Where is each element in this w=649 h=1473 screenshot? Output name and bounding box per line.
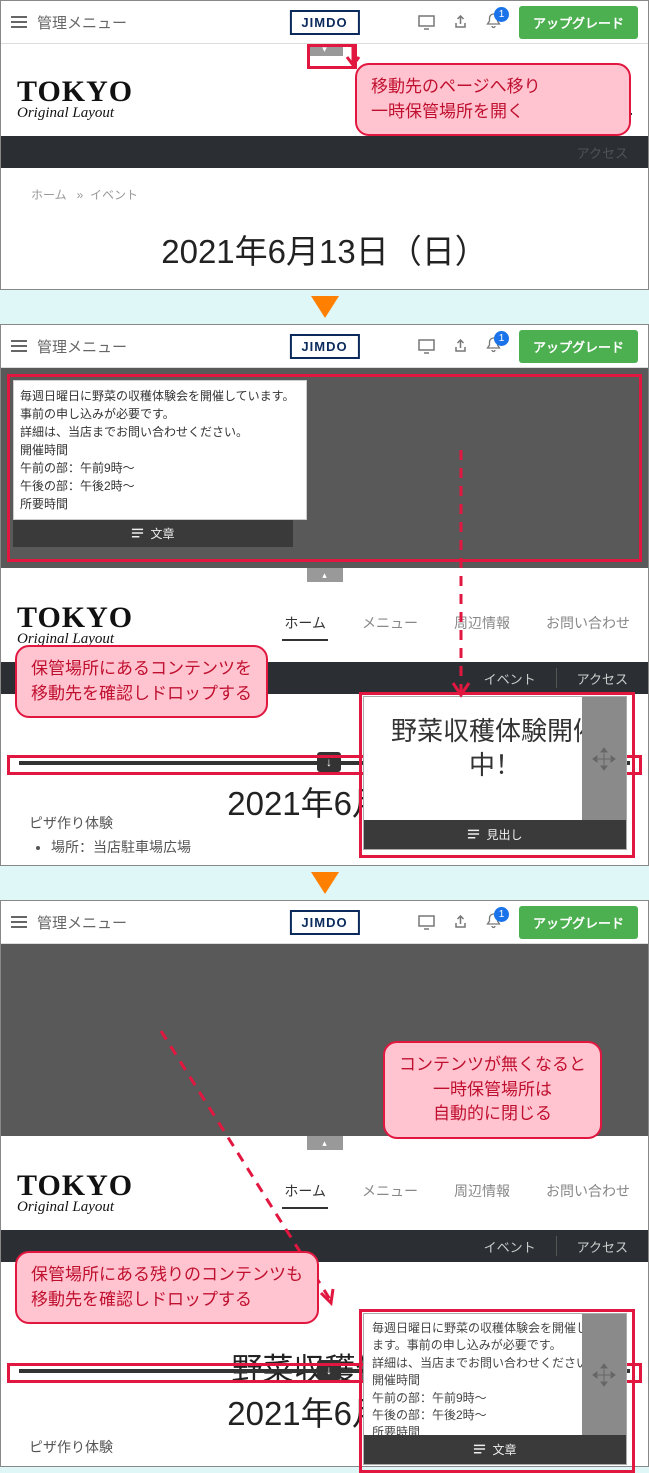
subnav-event[interactable]: イベント — [464, 1237, 556, 1256]
nav-menu[interactable]: メニュー — [360, 1175, 420, 1209]
sub-nav: アクセス — [1, 136, 648, 168]
admin-menu-label[interactable]: 管理メニュー — [37, 336, 127, 357]
panel-step3: 管理メニュー JIMDO 1 アップグレード ▴ TOKYO Original … — [0, 900, 649, 1467]
desktop-icon[interactable] — [418, 15, 435, 30]
share-icon[interactable] — [453, 339, 468, 354]
callout-auto-close: コンテンツが無くなると 一時保管場所は 自動的に閉じる — [383, 1041, 602, 1139]
site-header: TOKYO Original Layout ホーム メニュー 周辺情報 お問い合… — [1, 1150, 648, 1230]
desktop-icon[interactable] — [418, 915, 435, 930]
nav-around[interactable]: 周辺情報 — [452, 607, 512, 641]
event-item-title: ピザ作り体験 — [29, 813, 191, 833]
hamburger-icon[interactable] — [11, 340, 27, 352]
notification-badge: 1 — [494, 331, 509, 346]
upgrade-button[interactable]: アップグレード — [519, 6, 638, 39]
upgrade-button[interactable]: アップグレード — [519, 906, 638, 939]
clipboard-collapse-tab[interactable]: ▴ — [307, 568, 343, 582]
nav-contact[interactable]: お問い合わせ — [544, 1175, 632, 1209]
subnav-access[interactable]: アクセス — [557, 143, 648, 162]
hamburger-icon[interactable] — [11, 916, 27, 928]
flow-arrow-icon — [311, 872, 339, 894]
crumb-event[interactable]: イベント — [90, 188, 138, 202]
notification-badge: 1 — [494, 7, 509, 22]
upgrade-button[interactable]: アップグレード — [519, 330, 638, 363]
notification-bell[interactable]: 1 — [486, 337, 501, 356]
nav-contact[interactable]: お問い合わせ — [544, 607, 632, 641]
admin-topbar: 管理メニュー JIMDO 1 アップグレード — [1, 901, 648, 944]
flow-arrow-icon — [311, 296, 339, 318]
share-icon[interactable] — [453, 915, 468, 930]
event-item: ピザ作り体験 — [1, 1431, 141, 1463]
notification-bell[interactable]: 1 — [486, 13, 501, 32]
highlight-box — [359, 1309, 635, 1473]
notification-bell[interactable]: 1 — [486, 913, 501, 932]
admin-topbar: 管理メニュー JIMDO 1 アップグレード — [1, 325, 648, 368]
panel-step2: 管理メニュー JIMDO 1 アップグレード 毎週日曜日に野菜の収穫体験会を開催… — [0, 324, 649, 866]
subnav-access[interactable]: アクセス — [557, 1237, 648, 1256]
nav-around[interactable]: 周辺情報 — [452, 1175, 512, 1209]
highlight-box — [359, 692, 635, 858]
jimdo-logo: JIMDO — [289, 334, 359, 359]
site-logo: TOKYO Original Layout — [17, 601, 133, 648]
nav-home[interactable]: ホーム — [282, 607, 328, 641]
site-logo: TOKYO Original Layout — [17, 1169, 133, 1216]
desktop-icon[interactable] — [418, 339, 435, 354]
main-nav: ホーム メニュー 周辺情報 お問い合わせ — [282, 607, 632, 641]
site-logo-title: TOKYO — [17, 75, 133, 109]
jimdo-logo: JIMDO — [289, 10, 359, 35]
callout-step1: 移動先のページへ移り 一時保管場所を開く — [355, 63, 631, 136]
admin-menu-label[interactable]: 管理メニュー — [37, 912, 127, 933]
nav-menu[interactable]: メニュー — [360, 607, 420, 641]
crumb-home[interactable]: ホーム — [31, 188, 67, 202]
event-item: ピザ作り体験 場所：当店駐車場広場 — [1, 807, 219, 863]
site-logo: TOKYO Original Layout — [17, 75, 133, 122]
admin-menu-label[interactable]: 管理メニュー — [37, 12, 127, 33]
main-nav: ホーム メニュー 周辺情報 お問い合わせ — [282, 1175, 632, 1209]
event-item-place: 場所：当店駐車場広場 — [51, 837, 191, 857]
site-logo-title: TOKYO — [17, 1169, 133, 1203]
page-title-date: 2021年6月13日（日） — [1, 207, 648, 285]
highlight-box — [307, 44, 357, 69]
subnav-event[interactable]: イベント — [464, 669, 556, 688]
clipboard-area: 毎週日曜日に野菜の収穫体験会を開催しています。事前の申し込みが必要です。 詳細は… — [1, 368, 648, 568]
event-item-title: ピザ作り体験 — [29, 1437, 113, 1457]
jimdo-logo: JIMDO — [289, 910, 359, 935]
callout-step2: 保管場所にあるコンテンツを 移動先を確認しドロップする — [15, 645, 268, 718]
share-icon[interactable] — [453, 15, 468, 30]
hamburger-icon[interactable] — [11, 16, 27, 28]
notification-badge: 1 — [494, 907, 509, 922]
highlight-box — [7, 374, 642, 562]
admin-topbar: 管理メニュー JIMDO 1 アップグレード — [1, 1, 648, 44]
clipboard-collapse-tab[interactable]: ▴ — [307, 1136, 343, 1150]
breadcrumb: ホーム » イベント — [1, 168, 648, 207]
site-logo-title: TOKYO — [17, 601, 133, 635]
nav-home[interactable]: ホーム — [282, 1175, 328, 1209]
callout-step3: 保管場所にある残りのコンテンツも 移動先を確認しドロップする — [15, 1251, 319, 1324]
subnav-access[interactable]: アクセス — [557, 669, 648, 688]
panel-step1: 管理メニュー JIMDO 1 アップグレード ▾ TOKYO Original … — [0, 0, 649, 290]
